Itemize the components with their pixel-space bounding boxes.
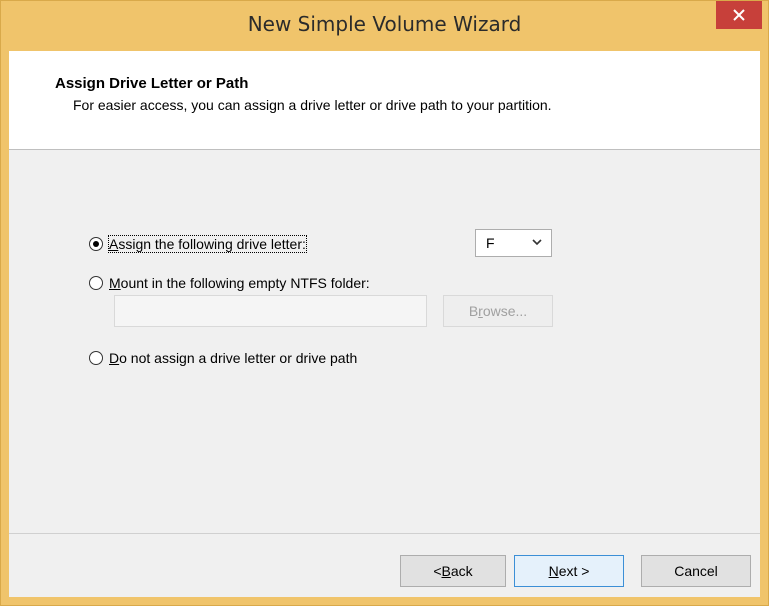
assign-letter-mnemonic: A: [109, 236, 119, 252]
mount-folder-label[interactable]: Mount in the following empty NTFS folder…: [109, 275, 370, 291]
mount-folder-radio[interactable]: [89, 276, 103, 290]
assign-letter-label[interactable]: Assign the following drive letter:: [108, 235, 307, 253]
wizard-header: Assign Drive Letter or Path For easier a…: [9, 51, 760, 150]
no-assign-radio[interactable]: [89, 351, 103, 365]
assign-letter-text: ssign the following drive letter:: [118, 236, 306, 252]
drive-letter-value: F: [486, 235, 495, 251]
assign-letter-option[interactable]: Assign the following drive letter:: [89, 235, 307, 253]
mount-folder-text: ount in the following empty NTFS folder:: [120, 275, 370, 291]
no-assign-text: o not assign a drive letter or drive pat…: [119, 350, 358, 366]
no-assign-mnemonic: D: [109, 350, 120, 366]
no-assign-option[interactable]: Do not assign a drive letter or drive pa…: [89, 350, 357, 366]
back-label-pre: <: [433, 563, 442, 579]
window-title: New Simple Volume Wizard: [247, 12, 522, 36]
mount-folder-mnemonic: M: [109, 275, 121, 291]
drive-letter-dropdown[interactable]: F: [475, 229, 552, 257]
title-bar[interactable]: New Simple Volume Wizard: [1, 1, 768, 51]
chevron-down-icon: [532, 239, 542, 246]
no-assign-label[interactable]: Do not assign a drive letter or drive pa…: [109, 350, 357, 366]
back-mnemonic: B: [441, 563, 451, 579]
cancel-button[interactable]: Cancel: [641, 555, 751, 587]
next-button[interactable]: Next >: [514, 555, 624, 587]
next-label-rest: ext >: [558, 563, 590, 579]
browse-label-rest: owse...: [482, 303, 528, 319]
close-icon: [733, 9, 745, 21]
back-label-rest: ack: [450, 563, 473, 579]
browse-button[interactable]: Br owse...: [443, 295, 553, 327]
wizard-window: New Simple Volume Wizard Assign Drive Le…: [0, 0, 769, 606]
browse-label-pre: B: [468, 303, 479, 319]
assign-letter-radio[interactable]: [89, 237, 103, 251]
page-subtitle: For easier access, you can assign a driv…: [73, 97, 552, 113]
back-button[interactable]: < Back: [400, 555, 506, 587]
page-title: Assign Drive Letter or Path: [55, 75, 249, 92]
next-mnemonic: N: [548, 563, 559, 579]
footer-separator: [9, 533, 760, 534]
folder-path-input[interactable]: [114, 295, 427, 327]
wizard-body: Assign Drive Letter or Path For easier a…: [9, 51, 760, 597]
mount-folder-option[interactable]: Mount in the following empty NTFS folder…: [89, 275, 370, 291]
close-button[interactable]: [716, 1, 762, 29]
